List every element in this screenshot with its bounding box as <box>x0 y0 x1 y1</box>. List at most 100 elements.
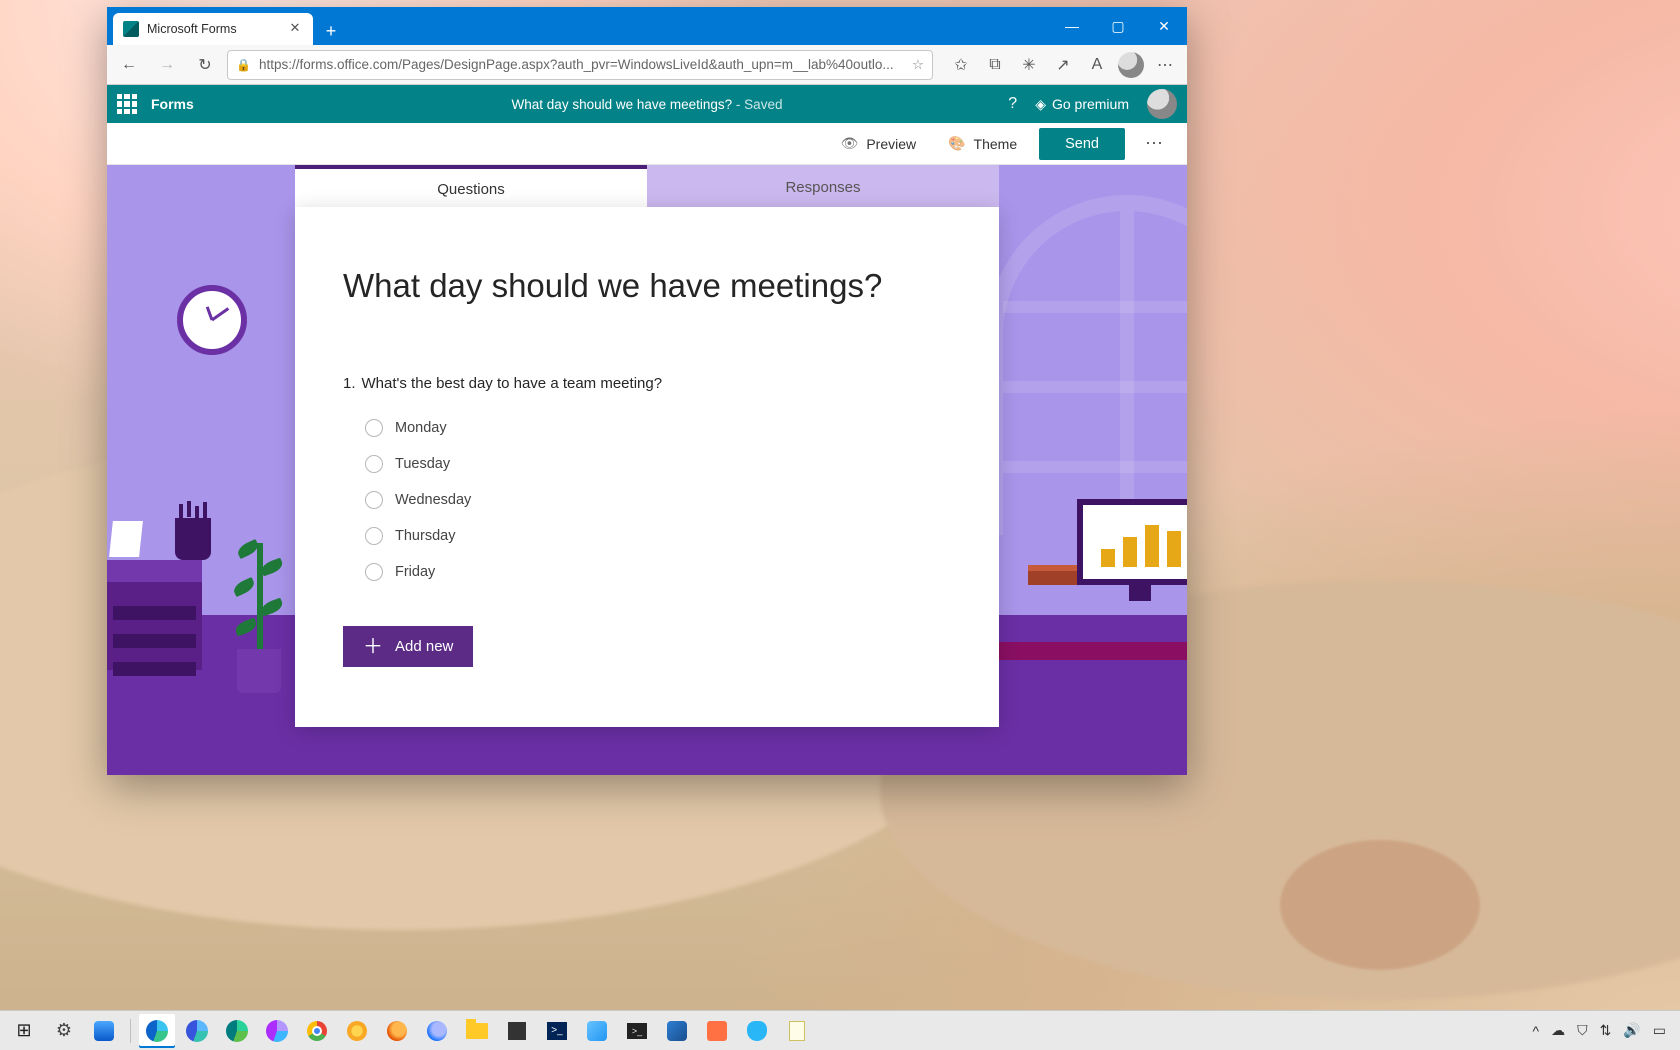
chrome-canary-taskbar-icon[interactable] <box>339 1014 375 1048</box>
browser-titlebar[interactable]: Microsoft Forms ✕ + — ▢ ✕ <box>107 7 1187 45</box>
tray-sound-icon[interactable]: 🔊 <box>1623 1022 1640 1039</box>
task-view-button[interactable] <box>86 1014 122 1048</box>
diamond-icon: ◈ <box>1035 96 1046 113</box>
start-button[interactable]: ⊞ <box>6 1014 42 1048</box>
decoration-paper <box>109 521 143 557</box>
forms-app-header: Forms What day should we have meetings? … <box>107 85 1187 123</box>
profile-button[interactable] <box>1115 49 1147 81</box>
window-minimize-button[interactable]: — <box>1049 7 1095 45</box>
radio-icon[interactable] <box>365 455 383 473</box>
powershell-taskbar-icon[interactable]: >_ <box>539 1014 575 1048</box>
tab-title: Microsoft Forms <box>147 22 279 36</box>
photos-taskbar-icon[interactable] <box>659 1014 695 1048</box>
form-card[interactable]: What day should we have meetings? 1. Wha… <box>295 207 999 727</box>
question-options: Monday Tuesday Wednesday Thursday Friday <box>343 410 951 590</box>
separator <box>130 1019 131 1043</box>
chrome-taskbar-icon[interactable] <box>299 1014 335 1048</box>
app-brand[interactable]: Forms <box>151 96 194 112</box>
decoration-window <box>987 195 1187 535</box>
send-button[interactable]: Send <box>1039 128 1125 160</box>
user-avatar-button[interactable] <box>1147 89 1177 119</box>
terminal-taskbar-icon[interactable]: >_ <box>619 1014 655 1048</box>
snip-taskbar-icon[interactable] <box>699 1014 735 1048</box>
decoration-plant <box>227 543 287 693</box>
share-button[interactable]: ↗ <box>1047 49 1079 81</box>
read-aloud-button[interactable]: A <box>1081 49 1113 81</box>
more-actions-button[interactable]: ⋯ <box>1137 129 1173 158</box>
lock-icon: 🔒 <box>236 58 251 72</box>
favorites-button[interactable]: ✩ <box>945 49 977 81</box>
radio-icon[interactable] <box>365 419 383 437</box>
mail-taskbar-icon[interactable] <box>579 1014 615 1048</box>
decoration-pencil-cup <box>175 518 211 560</box>
avatar-icon <box>1118 52 1144 78</box>
system-tray: ^ ☁ ⛉ ⇅ 🔊 ▭ <box>1533 1022 1674 1039</box>
tray-overflow-button[interactable]: ^ <box>1533 1023 1540 1039</box>
decoration-clock-icon <box>177 285 247 355</box>
app-launcher-button[interactable] <box>117 94 137 114</box>
onedrive-taskbar-icon[interactable] <box>739 1014 775 1048</box>
store-taskbar-icon[interactable] <box>499 1014 535 1048</box>
window-maximize-button[interactable]: ▢ <box>1095 7 1141 45</box>
question-number: 1. <box>343 375 356 392</box>
option-tuesday[interactable]: Tuesday <box>365 446 951 482</box>
browser-menu-button[interactable]: ⋯ <box>1149 49 1181 81</box>
settings-taskbar-icon[interactable]: ⚙ <box>46 1014 82 1048</box>
edge-dev-taskbar-icon[interactable] <box>219 1014 255 1048</box>
browser-window: Microsoft Forms ✕ + — ▢ ✕ ← → ↻ 🔒 https:… <box>107 7 1187 775</box>
option-monday[interactable]: Monday <box>365 410 951 446</box>
help-button[interactable]: ? <box>1008 95 1017 113</box>
forms-favicon-icon <box>123 21 139 37</box>
tab-responses[interactable]: Responses <box>647 165 999 209</box>
form-tabs: Questions Responses <box>295 165 999 209</box>
question-1[interactable]: 1. What's the best day to have a team me… <box>343 375 951 392</box>
radio-icon[interactable] <box>365 527 383 545</box>
refresh-button[interactable]: ↻ <box>189 49 221 81</box>
form-title[interactable]: What day should we have meetings? <box>343 267 951 305</box>
radio-icon[interactable] <box>365 563 383 581</box>
window-close-button[interactable]: ✕ <box>1141 7 1187 45</box>
eye-icon: 👁 <box>841 135 859 152</box>
forms-action-bar: 👁 Preview 🎨 Theme Send ⋯ <box>107 123 1187 165</box>
back-button[interactable]: ← <box>113 49 145 81</box>
extensions-button[interactable]: ✳ <box>1013 49 1045 81</box>
decoration-cabinet <box>107 560 202 670</box>
windows-taskbar[interactable]: ⊞ ⚙ >_ >_ ^ ☁ ⛉ ⇅ 🔊 ▭ <box>0 1010 1680 1050</box>
forms-canvas: Questions Responses What day should we h… <box>107 165 1187 775</box>
collections-button[interactable]: ⧉ <box>979 49 1011 81</box>
url-text: https://forms.office.com/Pages/DesignPag… <box>259 57 894 72</box>
favorite-star-button[interactable]: ☆ <box>912 57 924 73</box>
edge-beta-taskbar-icon[interactable] <box>179 1014 215 1048</box>
notepad-taskbar-icon[interactable] <box>779 1014 815 1048</box>
decoration-books <box>1028 571 1083 585</box>
radio-icon[interactable] <box>365 491 383 509</box>
browser-tab[interactable]: Microsoft Forms ✕ <box>113 13 313 45</box>
document-title[interactable]: What day should we have meetings? - Save… <box>512 97 783 112</box>
option-friday[interactable]: Friday <box>365 554 951 590</box>
firefox-taskbar-icon[interactable] <box>379 1014 415 1048</box>
edge-canary-taskbar-icon[interactable] <box>259 1014 295 1048</box>
preview-button[interactable]: 👁 Preview <box>831 129 927 158</box>
add-new-question-button[interactable]: ＋ Add new <box>343 626 473 667</box>
tray-onedrive-icon[interactable]: ☁ <box>1551 1022 1565 1039</box>
close-tab-button[interactable]: ✕ <box>287 21 303 37</box>
forward-button[interactable]: → <box>151 49 183 81</box>
new-tab-button[interactable]: + <box>317 17 345 45</box>
decoration-monitor <box>1077 499 1187 585</box>
question-text: What's the best day to have a team meeti… <box>362 375 663 392</box>
tray-notifications-icon[interactable]: ▭ <box>1653 1022 1666 1039</box>
wallpaper-shrub <box>1280 840 1480 970</box>
firefox-dev-taskbar-icon[interactable] <box>419 1014 455 1048</box>
go-premium-button[interactable]: ◈ Go premium <box>1035 96 1129 113</box>
edge-taskbar-icon[interactable] <box>139 1014 175 1048</box>
tab-questions[interactable]: Questions <box>295 165 647 209</box>
theme-button[interactable]: 🎨 Theme <box>938 129 1027 158</box>
tray-security-icon[interactable]: ⛉ <box>1577 1022 1588 1039</box>
tray-network-icon[interactable]: ⇅ <box>1600 1022 1612 1039</box>
address-bar[interactable]: 🔒 https://forms.office.com/Pages/DesignP… <box>227 50 933 80</box>
palette-icon: 🎨 <box>948 135 965 152</box>
browser-toolbar: ← → ↻ 🔒 https://forms.office.com/Pages/D… <box>107 45 1187 85</box>
file-explorer-taskbar-icon[interactable] <box>459 1014 495 1048</box>
option-thursday[interactable]: Thursday <box>365 518 951 554</box>
option-wednesday[interactable]: Wednesday <box>365 482 951 518</box>
